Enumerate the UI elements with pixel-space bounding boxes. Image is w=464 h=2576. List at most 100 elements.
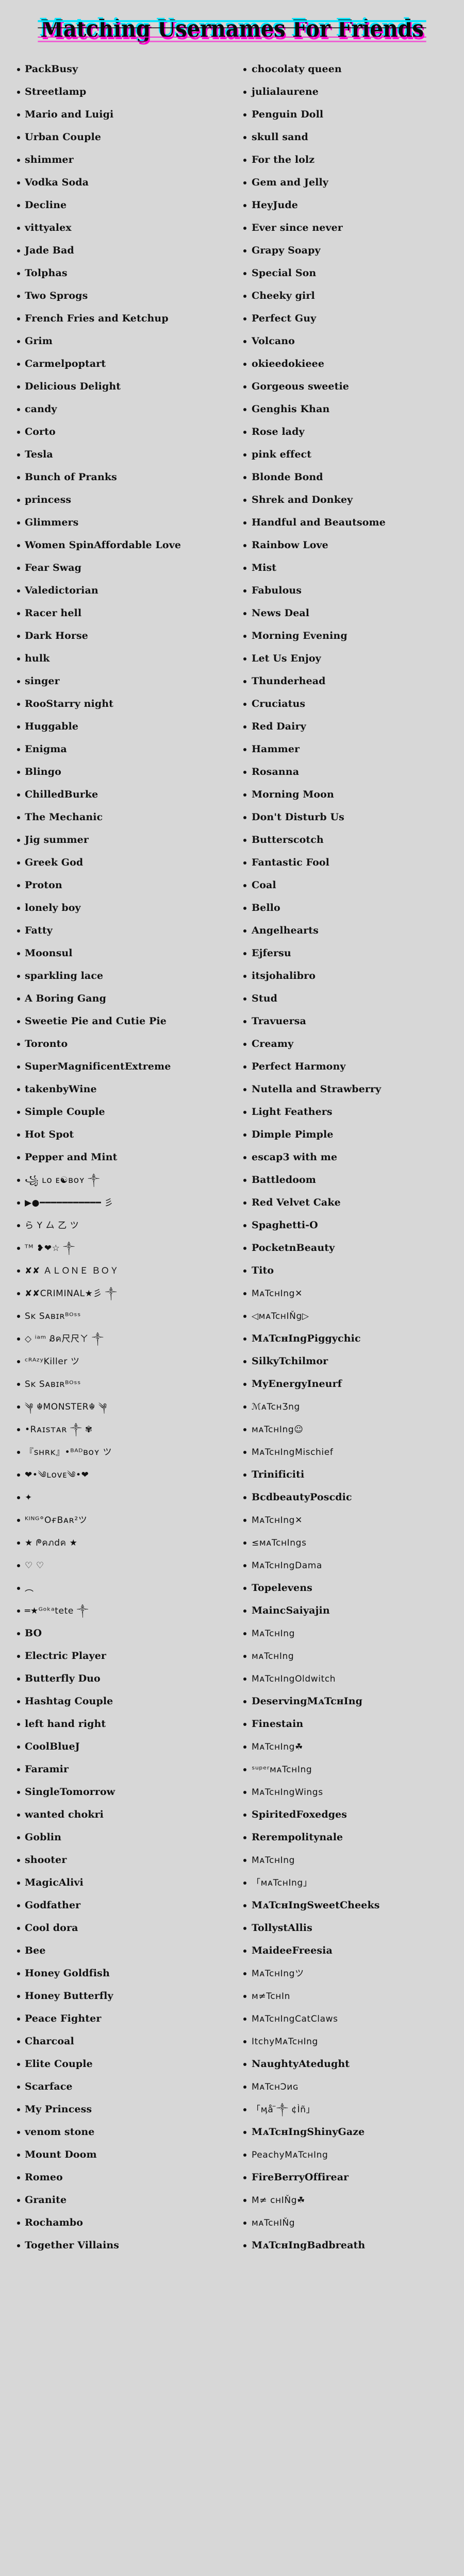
- list-item: MᴀTcʜIngMischief: [232, 1440, 464, 1463]
- list-item: MᴀTcʜIngCatClaws: [232, 2007, 464, 2030]
- username-text: ︵: [25, 1583, 34, 1594]
- list-item: Light Feathers: [232, 1100, 464, 1123]
- list-item: wanted chokri: [0, 1803, 232, 1826]
- list-item: ★ ᖘคภdค ★: [0, 1531, 232, 1554]
- username-text: Romeo: [25, 2172, 63, 2183]
- list-item: hulk: [0, 647, 232, 670]
- list-item: Dimple Pimple: [232, 1123, 464, 1146]
- username-text: Hashtag Couple: [25, 1696, 113, 1707]
- username-text: Valedictorian: [25, 585, 98, 596]
- username-text: Charcoal: [25, 2036, 74, 2047]
- username-text: ★ ᖘคภdค ★: [25, 1538, 78, 1548]
- username-text: Cruciatus: [252, 698, 306, 709]
- username-text: Sᴋ Sᴀʙɪʀᴮᴼˢˢ: [25, 1379, 81, 1389]
- username-text: Rose lady: [252, 426, 305, 437]
- username-text: MᴀTcʜIngBadbreath: [252, 2240, 366, 2251]
- list-item: ✦: [0, 1486, 232, 1509]
- username-text: мᴀTcʜIŇg: [252, 2218, 295, 2228]
- list-item: Trinificiti: [232, 1463, 464, 1486]
- list-item: ItchyMᴀTcʜIng: [232, 2030, 464, 2053]
- username-text: Penguin Doll: [252, 109, 324, 120]
- list-item: ✘✘ ＡＬＯＮＥ ＢＯＹ: [0, 1259, 232, 1282]
- list-item: Charcoal: [0, 2030, 232, 2053]
- username-text: MᴀTcʜƆᴎɢ: [252, 2082, 299, 2092]
- list-item: 『sʜʀᴋ』•ᴮᴬᴰʙᴏʏ ツ: [0, 1440, 232, 1463]
- username-text: Angelhearts: [252, 925, 319, 936]
- list-item: MᴀTcʜIngShinyGaze: [232, 2121, 464, 2143]
- username-text: shimmer: [25, 154, 74, 165]
- username-text: Don't Disturb Us: [252, 811, 344, 823]
- list-item: Angelhearts: [232, 919, 464, 942]
- list-item: Grapy Soapy: [232, 239, 464, 262]
- list-item: CoolBlueJ: [0, 1735, 232, 1758]
- list-item: Romeo: [0, 2166, 232, 2189]
- username-text: ℳᴀTcʜƷng: [252, 1402, 300, 1412]
- list-item: Grim: [0, 330, 232, 352]
- list-item: MᴀTcʜIngツ: [232, 1962, 464, 1985]
- list-item: Elite Couple: [0, 2053, 232, 2075]
- username-text: Hammer: [252, 743, 300, 755]
- username-text: MᴀTcʜIng✕: [252, 1515, 303, 1526]
- list-item: Women SpinAffordable Love: [0, 534, 232, 556]
- list-item: Hot Spot: [0, 1123, 232, 1146]
- username-text: Enigma: [25, 743, 67, 755]
- list-item: takenbyWine: [0, 1078, 232, 1100]
- username-text: Honey Butterfly: [25, 1990, 113, 2002]
- list-item: Fabulous: [232, 579, 464, 602]
- list-item: Sᴋ Sᴀʙɪʀᴮᴼˢˢ: [0, 1304, 232, 1327]
- list-item: Honey Goldfish: [0, 1962, 232, 1985]
- username-text: Greek God: [25, 857, 84, 868]
- username-text: For the lolz: [252, 154, 315, 165]
- username-text: Rerempolitynale: [252, 1832, 343, 1843]
- username-text: Blonde Bond: [252, 471, 323, 483]
- username-text: ᴷᴵᴺᴳ°OғBᴀʀ²ツ: [25, 1515, 88, 1526]
- list-item: Perfect Guy: [232, 307, 464, 330]
- list-item: SpiritedFoxedges: [232, 1803, 464, 1826]
- username-text: okieedokieee: [252, 358, 325, 369]
- list-item: pink effect: [232, 443, 464, 466]
- list-item: For the lolz: [232, 148, 464, 171]
- list-item: Morning Evening: [232, 624, 464, 647]
- username-text: Coal: [252, 879, 276, 891]
- username-text: skull sand: [252, 131, 308, 143]
- list-item: sparkling lace: [0, 964, 232, 987]
- list-item: ༆ ☬MONSTER☬ ༆: [0, 1395, 232, 1418]
- list-item: Tesla: [0, 443, 232, 466]
- list-item: ︵: [0, 1577, 232, 1599]
- username-text: Urban Couple: [25, 131, 102, 143]
- list-item: ≤мᴀTcʜIngs: [232, 1531, 464, 1554]
- username-text: Battledoom: [252, 1174, 316, 1185]
- username-text: ら Ү 厶 乙 ツ: [25, 1221, 79, 1231]
- list-item: MagicAlivi: [0, 1871, 232, 1894]
- list-item: •Rᴀɪsᴛᴀʀ ༒ ✾: [0, 1418, 232, 1440]
- username-text: Peace Fighter: [25, 2013, 102, 2024]
- username-text: ꧁ ʟᴏ ᴇ☯ʙᴏʏ ༒: [25, 1175, 100, 1185]
- list-item: Butterfly Duo: [0, 1667, 232, 1690]
- list-item: Peace Fighter: [0, 2007, 232, 2030]
- list-item: Handful and Beautsome: [232, 511, 464, 534]
- list-item: Shrek and Donkey: [232, 488, 464, 511]
- username-text: Fantastic Fool: [252, 857, 329, 868]
- list-item: MyEnergyIneurf: [232, 1372, 464, 1395]
- username-text: Carmelpoptart: [25, 358, 106, 369]
- list-item: French Fries and Ketchup: [0, 307, 232, 330]
- username-text: Handful and Beautsome: [252, 517, 386, 528]
- username-text: Electric Player: [25, 1650, 106, 1662]
- username-text: ✦: [25, 1493, 32, 1503]
- username-text: Morning Evening: [252, 630, 347, 641]
- username-text: Red Velvet Cake: [252, 1197, 341, 1208]
- list-item: venom stone: [0, 2121, 232, 2143]
- username-text: A Boring Gang: [25, 993, 106, 1004]
- list-item: M≠ cʜIŇg☘: [232, 2189, 464, 2211]
- list-item: FireBerryOffirear: [232, 2166, 464, 2189]
- list-item: Bello: [232, 896, 464, 919]
- username-columns: PackBusy Streetlamp Mario and Luigi Urban C…: [0, 58, 464, 2257]
- list-item: MᴀTcʜIng✕: [232, 1509, 464, 1531]
- username-text: Bello: [252, 902, 280, 913]
- username-text: DeservingMᴀTcʜIng: [252, 1696, 363, 1707]
- username-text: MagicAlivi: [25, 1877, 84, 1888]
- list-item: MᴀTcʜIng☘: [232, 1735, 464, 1758]
- username-text: Thunderhead: [252, 675, 326, 687]
- username-text: мᴀTcʜIng: [252, 1651, 294, 1662]
- list-item: Electric Player: [0, 1645, 232, 1667]
